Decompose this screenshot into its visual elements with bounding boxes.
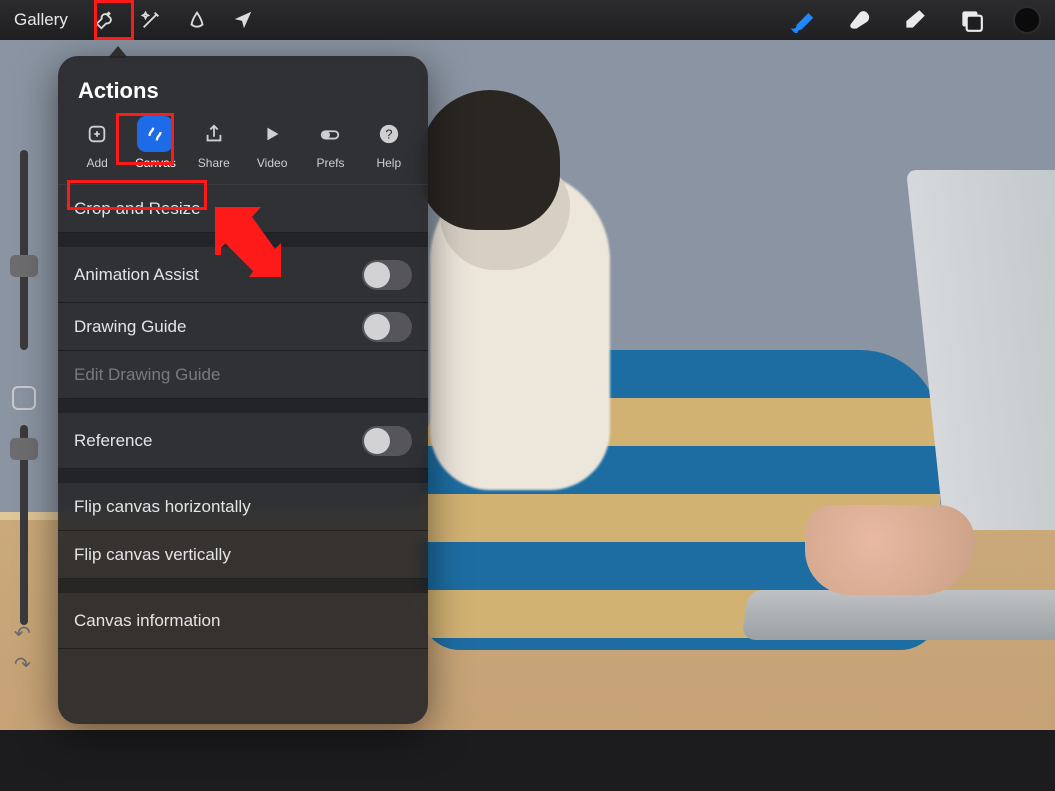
eyedropper-button[interactable] xyxy=(12,386,36,410)
menu-flip-vertical[interactable]: Flip canvas vertically xyxy=(58,531,428,579)
brush-size-slider[interactable] xyxy=(20,150,28,350)
menu-drawing-guide-label: Drawing Guide xyxy=(74,317,186,337)
wand-icon[interactable] xyxy=(134,3,168,37)
actions-tabs: Add Canvas Share Video Prefs ? Help xyxy=(58,116,428,184)
dog-head xyxy=(420,90,560,230)
tab-share[interactable]: Share xyxy=(186,116,242,170)
move-icon[interactable] xyxy=(226,3,260,37)
tab-prefs-label: Prefs xyxy=(316,156,344,170)
tab-share-label: Share xyxy=(198,156,230,170)
bottom-bar xyxy=(0,730,1055,791)
top-toolbar: Gallery xyxy=(0,0,1055,40)
tab-add[interactable]: Add xyxy=(69,116,125,170)
add-icon xyxy=(79,116,115,152)
wrench-icon[interactable] xyxy=(88,3,122,37)
video-icon xyxy=(254,116,290,152)
eraser-icon[interactable] xyxy=(897,2,933,38)
popover-caret xyxy=(108,46,128,58)
tab-video-label: Video xyxy=(257,156,287,170)
brush-size-handle[interactable] xyxy=(10,255,38,277)
tab-prefs[interactable]: Prefs xyxy=(302,116,358,170)
menu-edit-drawing-guide-label: Edit Drawing Guide xyxy=(74,365,220,385)
smudge-icon[interactable] xyxy=(841,2,877,38)
paintbrush-icon[interactable] xyxy=(785,2,821,38)
canvas-icon xyxy=(137,116,173,152)
tab-canvas[interactable]: Canvas xyxy=(127,116,183,170)
layers-icon[interactable] xyxy=(953,2,989,38)
selection-icon[interactable] xyxy=(180,3,214,37)
menu-animation-assist-label: Animation Assist xyxy=(74,265,199,285)
help-icon: ? xyxy=(371,116,407,152)
svg-text:?: ? xyxy=(385,127,392,142)
toggle-animation-assist[interactable] xyxy=(362,260,412,290)
opacity-handle[interactable] xyxy=(10,438,38,460)
menu-flip-horizontal[interactable]: Flip canvas horizontally xyxy=(58,483,428,531)
tab-add-label: Add xyxy=(86,156,107,170)
prefs-icon xyxy=(312,116,348,152)
toggle-drawing-guide[interactable] xyxy=(362,312,412,342)
redo-button[interactable]: ↷ xyxy=(14,652,38,677)
menu-canvas-information[interactable]: Canvas information xyxy=(58,593,428,649)
menu-drawing-guide[interactable]: Drawing Guide xyxy=(58,303,428,351)
tab-video[interactable]: Video xyxy=(244,116,300,170)
tab-help-label: Help xyxy=(376,156,401,170)
popover-title: Actions xyxy=(58,56,428,116)
menu-reference-label: Reference xyxy=(74,431,152,451)
gallery-button[interactable]: Gallery xyxy=(0,10,82,30)
tab-help[interactable]: ? Help xyxy=(361,116,417,170)
menu-flip-vertical-label: Flip canvas vertically xyxy=(74,545,231,565)
menu-animation-assist[interactable]: Animation Assist xyxy=(58,247,428,303)
color-swatch[interactable] xyxy=(1009,2,1045,38)
share-icon xyxy=(196,116,232,152)
menu-reference[interactable]: Reference xyxy=(58,413,428,469)
side-sliders: ↶ ↷ xyxy=(6,150,42,670)
menu-edit-drawing-guide: Edit Drawing Guide xyxy=(58,351,428,399)
hand xyxy=(805,505,975,595)
actions-popover: Actions Add Canvas Share Video Prefs xyxy=(58,56,428,724)
canvas-menu: Crop and Resize Animation Assist Drawing… xyxy=(58,184,428,649)
undo-button[interactable]: ↶ xyxy=(14,621,38,646)
menu-crop-resize[interactable]: Crop and Resize xyxy=(58,185,428,233)
laptop-base xyxy=(741,590,1055,640)
menu-crop-resize-label: Crop and Resize xyxy=(74,199,201,219)
tab-canvas-label: Canvas xyxy=(135,156,176,170)
toggle-reference[interactable] xyxy=(362,426,412,456)
menu-flip-horizontal-label: Flip canvas horizontally xyxy=(74,497,251,517)
menu-canvas-information-label: Canvas information xyxy=(74,611,220,631)
